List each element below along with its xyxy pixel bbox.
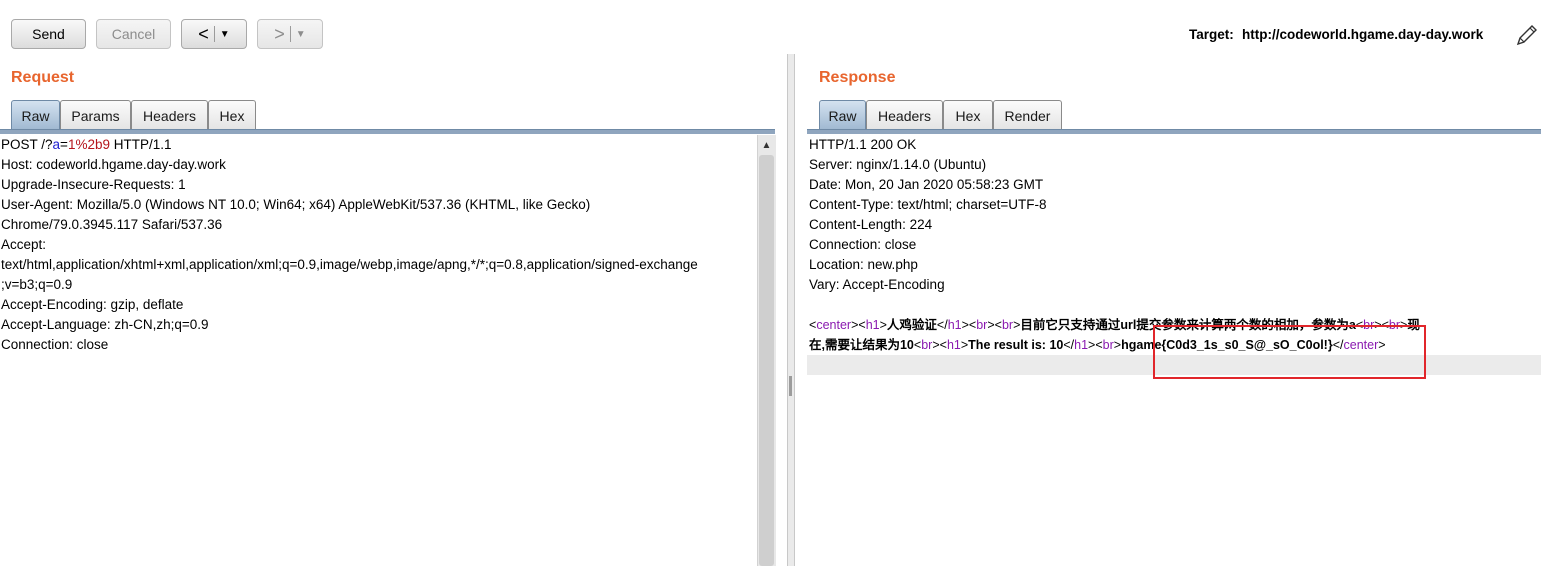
response-header-line: HTTP/1.1 200 OK bbox=[809, 137, 917, 152]
separator bbox=[289, 26, 291, 42]
response-header-line: Content-Type: text/html; charset=UTF-8 bbox=[809, 197, 1047, 212]
back-arrow-icon: < bbox=[198, 23, 209, 44]
tab-underline bbox=[0, 129, 775, 134]
tab-response-hex[interactable]: Hex bbox=[943, 100, 993, 130]
toolbar: Send Cancel < ▼ > ▼ Target: http://codew… bbox=[0, 0, 1541, 54]
request-title: Request bbox=[11, 69, 75, 86]
response-title: Response bbox=[819, 69, 896, 86]
response-header-line: Connection: close bbox=[809, 237, 917, 252]
dropdown-arrow-icon: ▼ bbox=[295, 28, 306, 40]
response-header-line: Server: nginx/1.14.0 (Ubuntu) bbox=[809, 157, 987, 172]
tab-request-params[interactable]: Params bbox=[60, 100, 131, 130]
tab-request-hex[interactable]: Hex bbox=[208, 100, 256, 130]
tab-response-headers[interactable]: Headers bbox=[866, 100, 943, 130]
target-label: Target: bbox=[1189, 27, 1234, 42]
request-header-line: Accept: bbox=[1, 237, 47, 252]
send-button[interactable]: Send bbox=[11, 19, 86, 49]
request-header-line: Host: codeworld.hgame.day-day.work bbox=[1, 157, 226, 172]
request-header-line: User-Agent: Mozilla/5.0 (Windows NT 10.0… bbox=[1, 197, 591, 212]
request-editor[interactable]: POST /?a=1%2b9 HTTP/1.1 Host: codeworld.… bbox=[1, 135, 756, 355]
request-header-line: Chrome/79.0.3945.117 Safari/537.36 bbox=[1, 217, 223, 232]
cancel-button[interactable]: Cancel bbox=[96, 19, 171, 49]
tab-request-headers[interactable]: Headers bbox=[131, 100, 208, 130]
back-button[interactable]: < ▼ bbox=[181, 19, 247, 49]
request-header-line: ;v=b3;q=0.9 bbox=[1, 277, 73, 292]
response-header-line: Date: Mon, 20 Jan 2020 05:58:23 GMT bbox=[809, 177, 1044, 192]
request-scroll-thumb[interactable] bbox=[759, 155, 774, 566]
request-header-line: Accept-Encoding: gzip, deflate bbox=[1, 297, 184, 312]
tab-underline bbox=[807, 129, 1541, 134]
request-header-line: Upgrade-Insecure-Requests: 1 bbox=[1, 177, 186, 192]
pencil-icon[interactable] bbox=[1513, 23, 1539, 49]
dropdown-arrow-icon: ▼ bbox=[219, 28, 230, 40]
flag-highlight-box bbox=[1153, 325, 1426, 379]
scroll-up-icon[interactable]: ▲ bbox=[758, 137, 775, 153]
forward-button[interactable]: > ▼ bbox=[257, 19, 323, 49]
tab-request-raw[interactable]: Raw bbox=[11, 100, 60, 130]
divider-grip[interactable] bbox=[789, 376, 792, 396]
request-line: POST /?a=1%2b9 HTTP/1.1 bbox=[1, 137, 172, 152]
request-header-line: text/html,application/xhtml+xml,applicat… bbox=[1, 257, 698, 272]
forward-arrow-icon: > bbox=[274, 23, 285, 44]
pane-divider[interactable] bbox=[787, 54, 795, 566]
tab-response-render[interactable]: Render bbox=[993, 100, 1062, 130]
request-header-line: Accept-Language: zh-CN,zh;q=0.9 bbox=[1, 317, 209, 332]
response-editor[interactable]: HTTP/1.1 200 OK Server: nginx/1.14.0 (Ub… bbox=[809, 135, 1539, 355]
tab-response-raw[interactable]: Raw bbox=[819, 100, 866, 130]
response-header-line: Content-Length: 224 bbox=[809, 217, 933, 232]
target-url: http://codeworld.hgame.day-day.work bbox=[1242, 27, 1484, 42]
separator bbox=[213, 26, 215, 42]
request-header-line: Connection: close bbox=[1, 337, 109, 352]
response-header-line: Vary: Accept-Encoding bbox=[809, 277, 945, 292]
response-header-line: Location: new.php bbox=[809, 257, 918, 272]
